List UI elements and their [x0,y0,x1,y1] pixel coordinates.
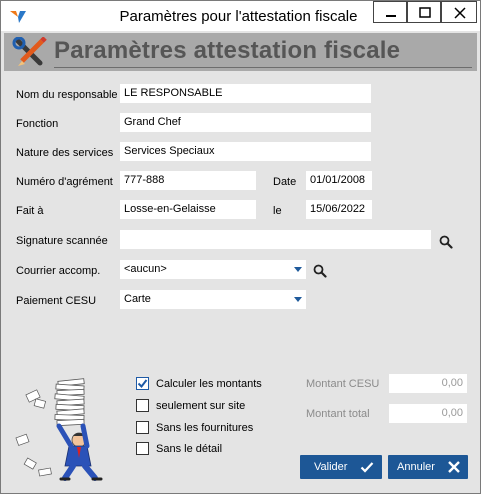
paiement-label: Paiement CESU [16,295,97,307]
paperwork-man-illustration [15,378,103,481]
fonction-label: Fonction [16,118,59,130]
courrier-search-icon[interactable] [313,264,327,278]
agrement-input[interactable]: 777-888 [120,171,256,190]
responsable-label: Nom du responsable [16,89,118,101]
cancel-x-icon [448,461,460,473]
date-input[interactable]: 01/01/2008 [306,171,372,190]
nature-input[interactable]: Services Speciaux [120,142,371,161]
header-band: Paramètres attestation fiscale [4,33,477,71]
calculer-checkbox[interactable] [136,377,149,390]
fournitures-checkbox[interactable] [136,421,149,434]
valider-button[interactable]: Valider [300,455,382,479]
signature-label: Signature scannée [16,235,108,247]
annuler-button[interactable]: Annuler [388,455,468,479]
paiement-select[interactable]: Carte [120,290,306,309]
fonction-input[interactable]: Grand Chef [120,113,371,132]
title-bar: Paramètres pour l'attestation fiscale [1,1,480,31]
page-title: Paramètres attestation fiscale [54,37,401,64]
courrier-label: Courrier accomp. [16,265,101,277]
detail-label: Sans le détail [156,443,223,455]
dialog-window: Paramètres pour l'attestation fiscale Pa… [0,0,481,494]
tools-icon [12,37,47,66]
site-checkbox[interactable] [136,399,149,412]
montant-cesu-value: 0,00 [389,374,467,393]
courrier-select[interactable]: <aucun> [120,260,306,279]
responsable-input[interactable]: LE RESPONSABLE [120,84,371,103]
signature-input[interactable] [120,230,431,249]
minimize-button[interactable] [373,1,407,23]
montant-total-value: 0,00 [389,404,467,423]
minimize-icon [386,15,396,17]
fait-a-input[interactable]: Losse-en-Gelaisse [120,200,256,219]
fournitures-label: Sans les fournitures [156,422,254,434]
detail-checkbox[interactable] [136,442,149,455]
fait-a-label: Fait à [16,205,44,217]
valider-label: Valider [314,461,348,473]
close-button[interactable] [441,1,477,23]
montant-total-label: Montant total [306,408,370,420]
maximize-icon [419,7,431,18]
courrier-value: <aucun> [124,263,167,275]
date-label: Date [273,176,297,188]
signature-search-icon[interactable] [439,235,453,249]
le-label: le [273,205,282,217]
chevron-down-icon [294,267,302,272]
montant-cesu-label: Montant CESU [306,378,380,390]
maximize-button[interactable] [407,1,441,23]
checkmark-icon [137,379,148,389]
site-label: seulement sur site [156,400,246,412]
chevron-down-icon [294,297,302,302]
annuler-label: Annuler [397,461,435,473]
nature-label: Nature des services [16,147,114,159]
agrement-label: Numéro d'agrément [16,176,113,188]
calculer-label: Calculer les montants [156,378,262,390]
check-icon [360,462,374,473]
header-divider [54,67,472,68]
close-icon [454,7,466,19]
le-date-input[interactable]: 15/06/2022 [306,200,372,219]
paiement-value: Carte [124,293,151,305]
